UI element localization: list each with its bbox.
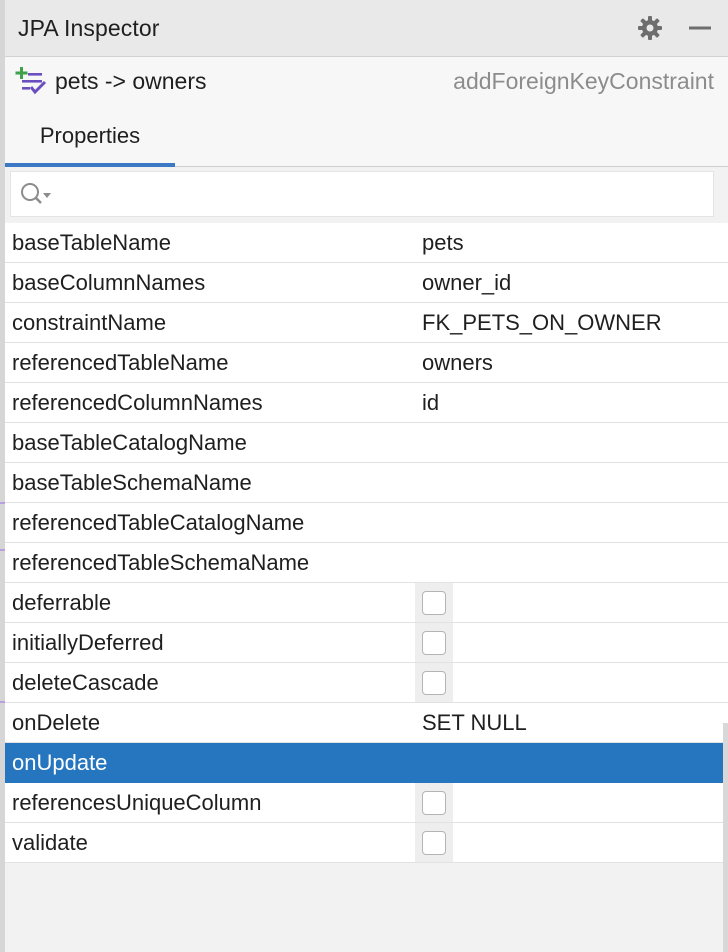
add-foreign-key-icon bbox=[15, 67, 47, 95]
property-name: initiallyDeferred bbox=[12, 629, 164, 655]
tab-properties[interactable]: Properties bbox=[5, 105, 175, 167]
property-name: baseTableSchemaName bbox=[12, 469, 252, 495]
property-value[interactable]: SET NULL bbox=[422, 710, 527, 736]
deferrable-checkbox[interactable] bbox=[422, 590, 446, 615]
search-icon[interactable] bbox=[19, 180, 55, 208]
property-name: referencedColumnNames bbox=[12, 389, 263, 415]
minimize-icon[interactable] bbox=[686, 14, 714, 42]
property-value[interactable]: id bbox=[422, 390, 439, 416]
property-row-baseTableSchemaName[interactable]: baseTableSchemaName bbox=[0, 463, 728, 504]
gear-icon[interactable] bbox=[636, 14, 664, 42]
property-name: referencedTableSchemaName bbox=[12, 549, 310, 575]
property-row-referencedTableCatalogName[interactable]: referencedTableCatalogName bbox=[5, 503, 728, 543]
property-row-referencedTableSchemaName[interactable]: referencedTableSchemaName bbox=[0, 543, 728, 583]
property-name: baseTableName bbox=[12, 229, 171, 255]
property-row-referencedTableName[interactable]: referencedTableName owners bbox=[5, 343, 728, 383]
initially-deferred-checkbox[interactable] bbox=[422, 630, 446, 655]
property-name: deleteCascade bbox=[12, 669, 159, 695]
scrollbar-track[interactable] bbox=[723, 723, 728, 952]
empty-area bbox=[5, 863, 728, 952]
entity-name: pets -> owners bbox=[55, 67, 207, 94]
property-row-baseTableCatalogName[interactable]: baseTableCatalogName bbox=[5, 423, 728, 463]
property-row-constraintName[interactable]: constraintName FK_PETS_ON_OWNER bbox=[5, 303, 728, 343]
references-unique-column-checkbox[interactable] bbox=[422, 790, 446, 815]
property-row-referencedColumnNames[interactable]: referencedColumnNames id bbox=[5, 383, 728, 423]
property-value[interactable]: owners bbox=[422, 350, 493, 376]
property-name: baseColumnNames bbox=[12, 269, 206, 295]
search-input[interactable] bbox=[55, 174, 713, 214]
jpa-inspector-window: JPA Inspector pets -> owners addForeignK… bbox=[0, 0, 728, 952]
checkbox-cell bbox=[415, 783, 453, 822]
validate-checkbox[interactable] bbox=[422, 830, 446, 855]
window-title: JPA Inspector bbox=[18, 14, 160, 41]
tab-bar: Properties bbox=[5, 105, 728, 167]
property-name: validate bbox=[12, 829, 88, 855]
property-row-onDelete[interactable]: onDelete SET NULL bbox=[5, 703, 728, 743]
property-name: constraintName bbox=[12, 309, 167, 335]
property-name: onUpdate bbox=[12, 749, 108, 775]
property-row-baseTableName[interactable]: baseTableName pets bbox=[5, 223, 728, 263]
checkbox-cell bbox=[415, 823, 453, 862]
properties-table: baseTableName pets baseColumnNames owner… bbox=[0, 223, 728, 863]
entity-header: pets -> owners addForeignKeyConstraint bbox=[5, 57, 728, 105]
property-row-deferrable[interactable]: deferrable bbox=[5, 583, 728, 623]
property-name: referencesUniqueColumn bbox=[12, 789, 262, 815]
property-row-referencesUniqueColumn[interactable]: referencesUniqueColumn bbox=[5, 783, 728, 823]
property-name: referencedTableCatalogName bbox=[12, 509, 305, 535]
property-row-initiallyDeferred[interactable]: initiallyDeferred bbox=[5, 623, 728, 663]
property-value[interactable]: owner_id bbox=[422, 270, 511, 296]
property-row-onUpdate[interactable]: onUpdate bbox=[5, 743, 728, 783]
delete-cascade-checkbox[interactable] bbox=[422, 670, 446, 695]
property-name: deferrable bbox=[12, 589, 112, 615]
entity-type: addForeignKeyConstraint bbox=[453, 67, 714, 94]
checkbox-cell bbox=[415, 623, 453, 662]
property-name: baseTableCatalogName bbox=[12, 429, 247, 455]
search-box bbox=[10, 171, 714, 217]
checkbox-cell bbox=[415, 583, 453, 622]
title-bar: JPA Inspector bbox=[5, 0, 728, 57]
property-name: referencedTableName bbox=[12, 349, 229, 375]
property-value[interactable]: FK_PETS_ON_OWNER bbox=[422, 310, 662, 336]
gutter-marker bbox=[0, 549, 5, 551]
property-value[interactable]: pets bbox=[422, 230, 464, 256]
checkbox-cell bbox=[415, 663, 453, 702]
property-row-deleteCascade[interactable]: deleteCascade bbox=[0, 663, 728, 703]
title-bar-actions bbox=[636, 14, 714, 42]
property-name: onDelete bbox=[12, 709, 101, 735]
property-row-validate[interactable]: validate bbox=[5, 823, 728, 863]
property-row-baseColumnNames[interactable]: baseColumnNames owner_id bbox=[5, 263, 728, 303]
